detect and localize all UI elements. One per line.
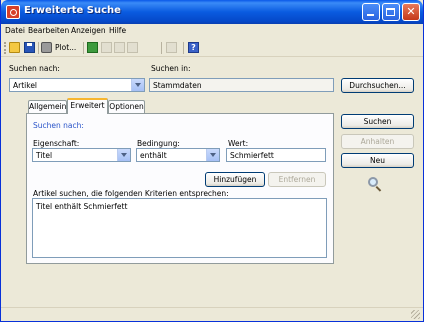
- toolbar-separator: [83, 42, 84, 54]
- advanced-search-window: Erweiterte Suche ✕ Datei Bearbeiten Anze…: [0, 0, 424, 322]
- condition-label: Bedingung:: [137, 139, 180, 148]
- value-text: Schmierfett: [230, 151, 274, 160]
- value-field[interactable]: Schmierfett: [226, 148, 326, 162]
- stop-button: Anhalten: [341, 134, 414, 149]
- save-icon[interactable]: [24, 42, 35, 53]
- browse-button[interactable]: Durchsuchen...: [341, 78, 414, 93]
- search-for-label: Suchen nach:: [9, 64, 60, 73]
- close-button[interactable]: ✕: [402, 3, 420, 21]
- print-icon: [166, 42, 177, 53]
- minimize-button[interactable]: [362, 3, 380, 21]
- tab-erweitert[interactable]: Erweitert: [67, 98, 108, 114]
- search-in-value: Stammdaten: [153, 81, 202, 90]
- paste-icon: [127, 42, 138, 53]
- status-bar: [1, 307, 423, 321]
- search-button[interactable]: Suchen: [341, 114, 414, 129]
- help-icon[interactable]: ?: [188, 42, 199, 53]
- close-icon: ✕: [406, 5, 416, 18]
- menu-bearbeiten[interactable]: Bearbeiten: [28, 26, 69, 35]
- plot-button-label[interactable]: Plot...: [55, 43, 76, 52]
- criteria-label: Artikel suchen, die folgenden Kriterien …: [33, 189, 229, 198]
- remove-criterion-button: Entfernen: [268, 172, 326, 187]
- maximize-icon: [386, 8, 395, 16]
- open-folder-icon[interactable]: [9, 42, 20, 53]
- toolbar-separator: [38, 42, 39, 54]
- value-label: Wert:: [228, 139, 249, 148]
- magnifier-handle: [375, 186, 382, 192]
- toolbar-separator: [183, 42, 184, 54]
- search-for-select[interactable]: Artikel: [9, 78, 145, 92]
- toolbar-grip-icon[interactable]: [4, 42, 6, 54]
- maximize-button[interactable]: [382, 3, 400, 21]
- menu-datei[interactable]: Datei: [5, 26, 25, 35]
- minimize-icon: [367, 14, 374, 16]
- resize-grip-icon[interactable]: [411, 310, 420, 319]
- cut-icon: [101, 42, 112, 53]
- property-select[interactable]: Titel: [32, 148, 131, 162]
- excel-icon[interactable]: [87, 42, 98, 53]
- property-label: Eigenschaft:: [33, 139, 80, 148]
- toolbar: Plot... ?: [1, 39, 423, 57]
- chevron-down-icon[interactable]: [206, 149, 219, 161]
- section-title: Suchen nach:: [33, 121, 84, 130]
- copy-icon: [114, 42, 125, 53]
- chevron-down-icon[interactable]: [131, 79, 144, 91]
- chevron-down-icon[interactable]: [117, 149, 130, 161]
- menu-anzeigen[interactable]: Anzeigen: [71, 26, 106, 35]
- title-bar[interactable]: Erweiterte Suche ✕: [1, 0, 423, 24]
- menu-bar: Datei Bearbeiten Anzeigen Hilfe: [1, 24, 423, 38]
- search-for-value: Artikel: [13, 81, 38, 90]
- app-search-icon: [6, 5, 20, 19]
- search-in-label: Suchen in:: [151, 64, 191, 73]
- condition-select[interactable]: enthält: [136, 148, 220, 162]
- plot-icon[interactable]: [41, 42, 52, 53]
- window-title: Erweiterte Suche: [24, 5, 121, 16]
- magnifier-icon: [368, 177, 382, 192]
- property-value: Titel: [36, 151, 53, 160]
- criteria-list[interactable]: Titel enthält Schmierfett: [32, 198, 327, 258]
- new-search-button[interactable]: Neu: [341, 153, 414, 168]
- search-in-field: Stammdaten: [149, 78, 334, 92]
- tab-optionen[interactable]: Optionen: [108, 100, 145, 113]
- menu-hilfe[interactable]: Hilfe: [109, 26, 126, 35]
- add-criterion-button[interactable]: Hinzufügen: [205, 172, 265, 187]
- tab-allgemein[interactable]: Allgemein: [28, 100, 67, 113]
- list-item[interactable]: Titel enthält Schmierfett: [36, 202, 127, 211]
- toolbar-separator: [161, 42, 162, 54]
- condition-value: enthält: [140, 151, 167, 160]
